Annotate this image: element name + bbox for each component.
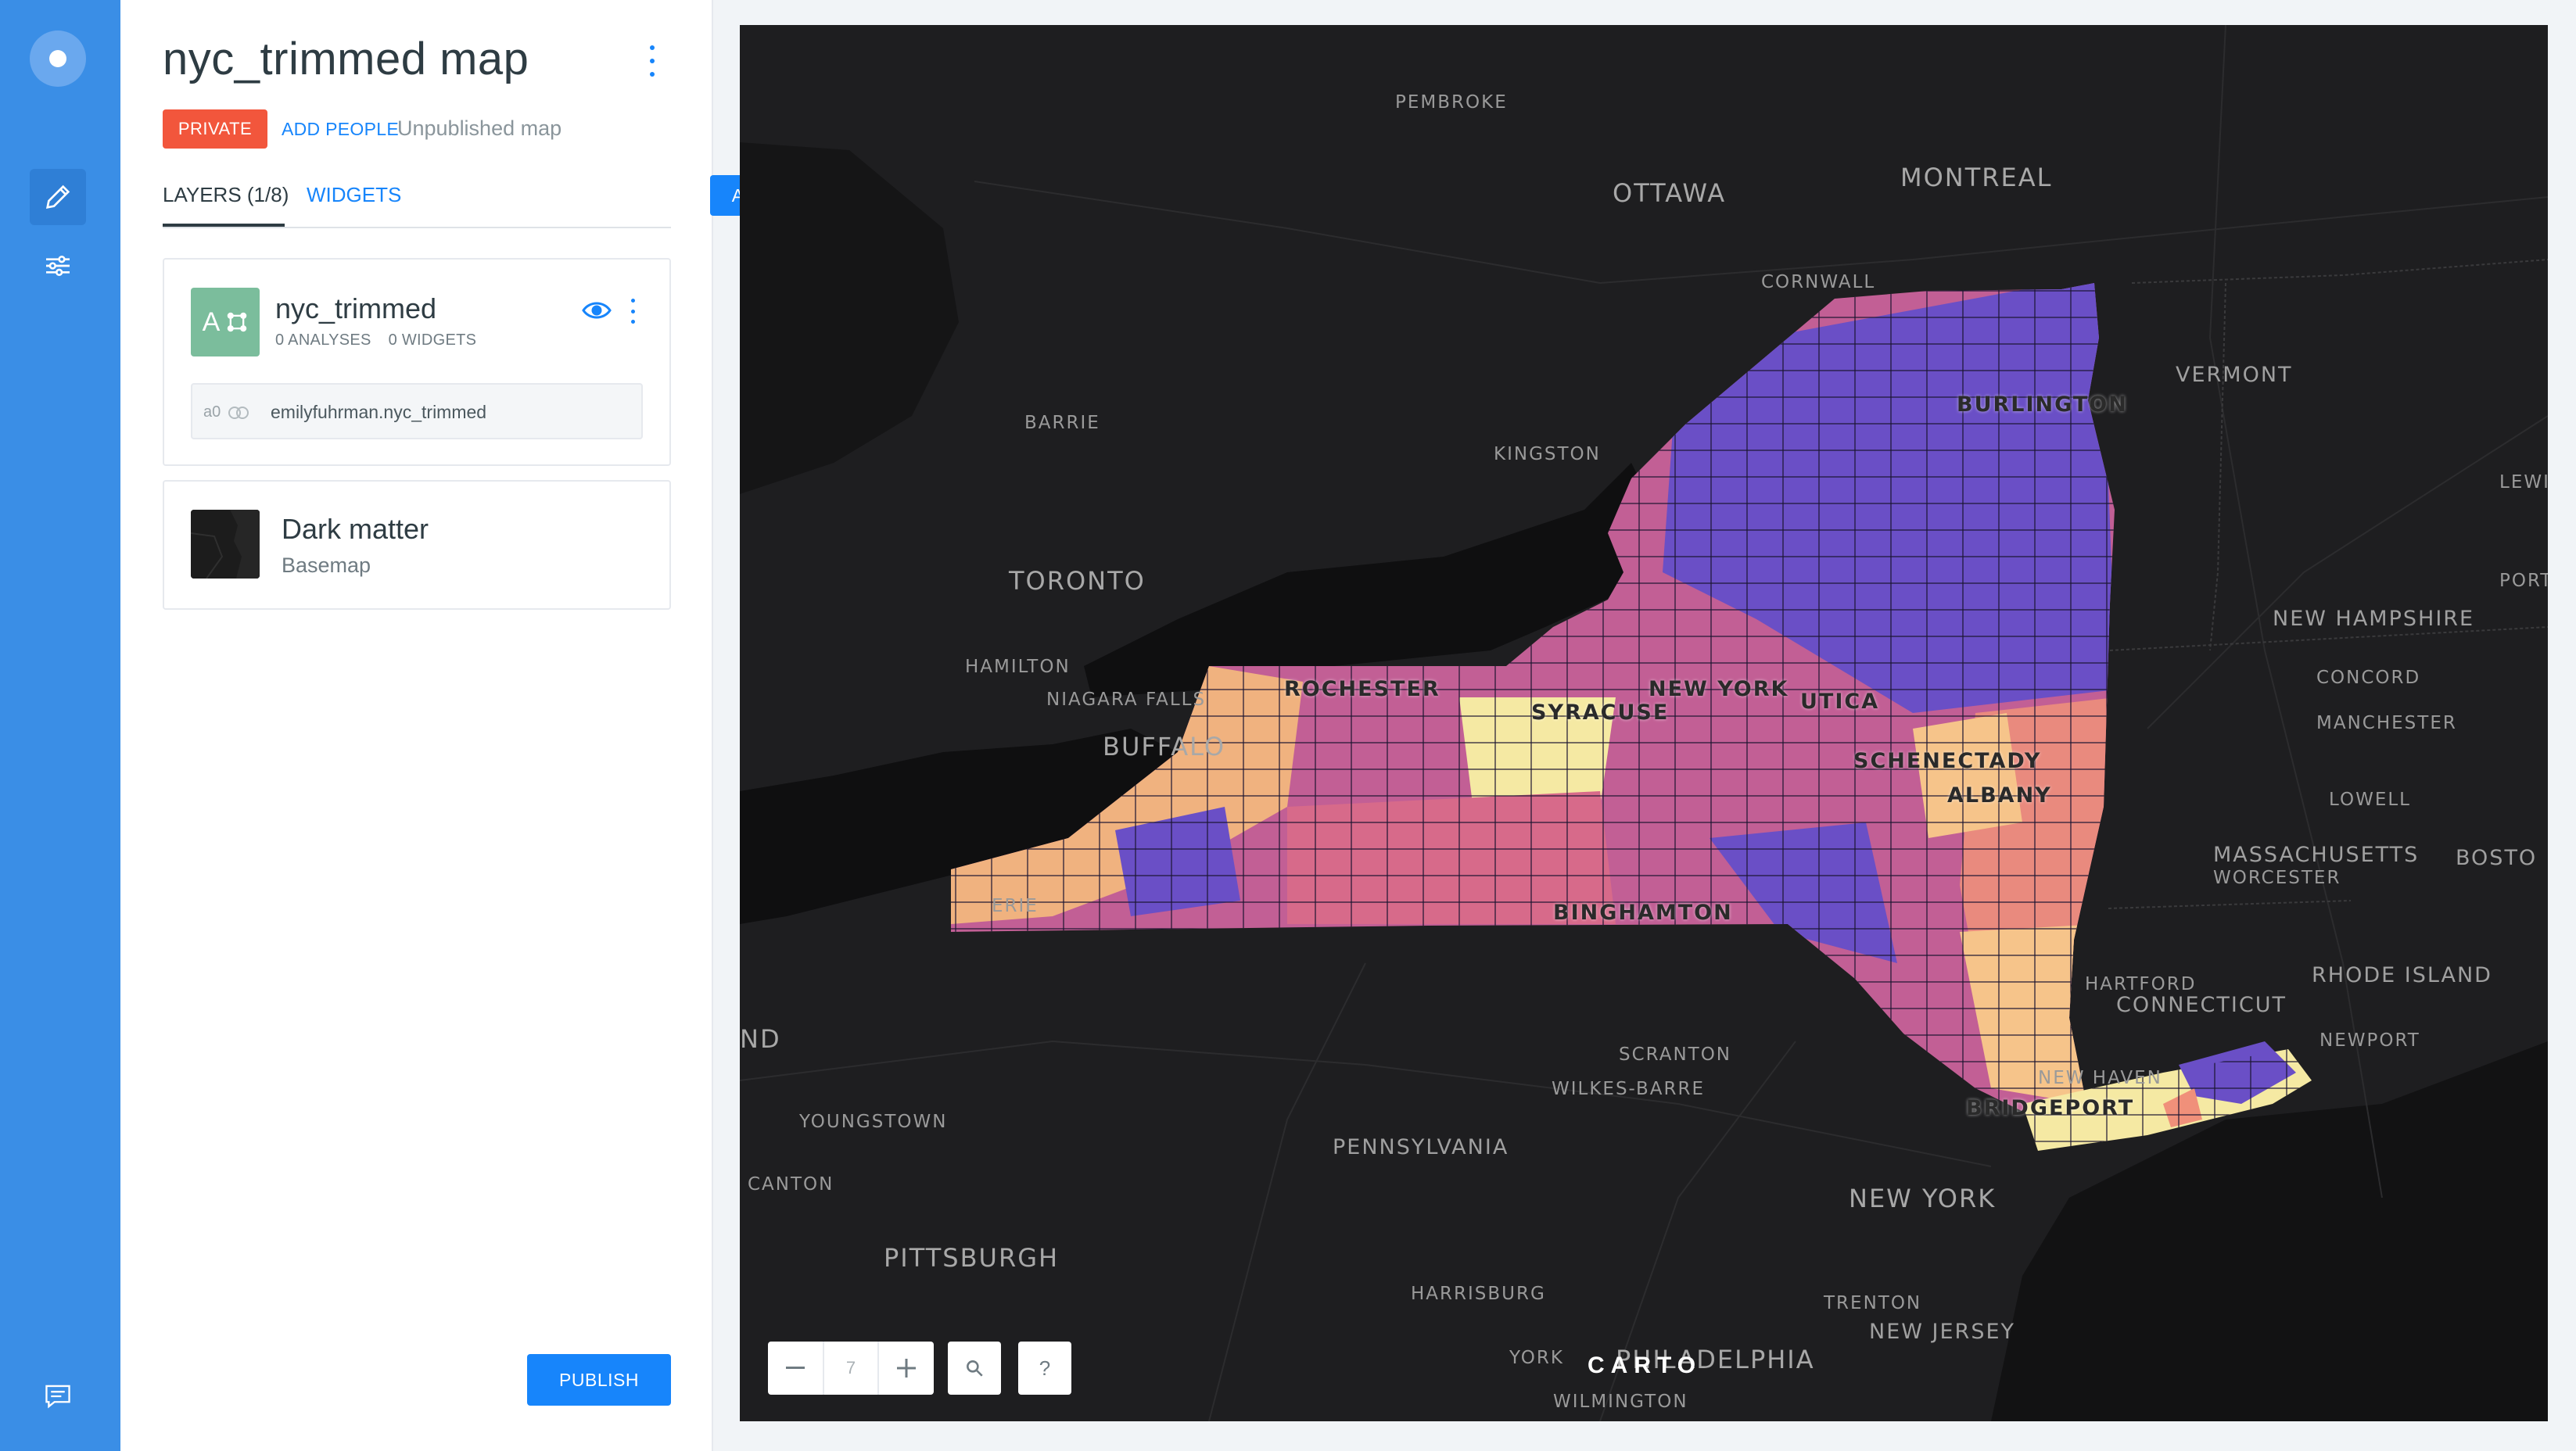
map-canvas[interactable]: PEMBROKE OTTAWA MONTREAL CORNWALL BURLIN… (740, 25, 2548, 1421)
map-label-new-hampshire: NEW HAMPSHIRE (2273, 607, 2475, 631)
map-label-york: YORK (1509, 1348, 1564, 1368)
editor-panel: nyc_trimmed map PRIVATE ADD PEOPLE Unpub… (120, 0, 791, 1451)
map-label-ottawa: OTTAWA (1613, 178, 1727, 208)
map-label-cleveland-fragment: ND (740, 1024, 781, 1054)
map-label-hamilton: HAMILTON (965, 657, 1071, 677)
map-label-newport: NEWPORT (2319, 1030, 2420, 1051)
map-label-new-jersey: NEW JERSEY (1869, 1320, 2016, 1344)
source-id: a0 (203, 403, 221, 421)
basemap-type: Basemap (282, 554, 371, 577)
privacy-badge[interactable]: PRIVATE (163, 109, 267, 149)
map-label-portland: PORTLA (2499, 571, 2548, 591)
zoom-level: 7 (823, 1342, 879, 1395)
layer-widgets-count: 0 WIDGETS (388, 331, 477, 349)
map-label-burlington: BURLINGTON (1957, 392, 2128, 417)
carto-logo: CARTO (1588, 1352, 1702, 1378)
map-label-syracuse: SYRACUSE (1531, 700, 1670, 725)
map-label-buffalo: BUFFALO (1103, 732, 1226, 761)
map-label-connecticut: CONNECTICUT (2116, 993, 2287, 1017)
map-label-hartford: HARTFORD (2085, 974, 2197, 994)
map-label-new-york-city: NEW YORK (1849, 1184, 1997, 1213)
layer-thumbnail: A (191, 288, 260, 356)
map-label-manchester: MANCHESTER (2316, 713, 2457, 733)
source-link-icon (228, 407, 249, 419)
map-label-pennsylvania: PENNSYLVANIA (1333, 1135, 1509, 1159)
carto-home-icon[interactable] (30, 30, 86, 87)
map-label-harrisburg: HARRISBURG (1411, 1284, 1546, 1304)
publish-status: Unpublished map (397, 116, 562, 140)
plus-icon (897, 1359, 916, 1378)
map-label-binghamton: BINGHAMTON (1553, 901, 1733, 925)
map-label-montreal: MONTREAL (1900, 163, 2053, 192)
panel-tabs: LAYERS (1/8) WIDGETS (163, 178, 671, 228)
map-label-pittsburgh: PITTSBURGH (884, 1243, 1060, 1273)
map-label-cornwall: CORNWALL (1761, 272, 1876, 292)
basemap-name: Dark matter (282, 513, 429, 545)
map-label-wilkes-barre: WILKES-BARRE (1552, 1079, 1706, 1099)
map-label-trenton: TRENTON (1824, 1293, 1922, 1313)
map-label-canton: CANTON (748, 1174, 834, 1195)
map-label-erie: ERIE (992, 896, 1039, 916)
map-help-button[interactable]: ? (1018, 1342, 1071, 1395)
add-people-link[interactable]: ADD PEOPLE (282, 119, 399, 140)
layer-letter: A (202, 306, 221, 337)
map-label-lowell: LOWELL (2329, 790, 2411, 810)
layer-name[interactable]: nyc_trimmed (275, 292, 436, 325)
layer-meta: 0 ANALYSES 0 WIDGETS (275, 331, 489, 349)
map-label-new-york-state: NEW YORK (1649, 677, 1789, 701)
map-label-youngstown: YOUNGSTOWN (799, 1112, 948, 1132)
map-label-kingston: KINGSTON (1494, 444, 1601, 464)
layer-analyses-count: 0 ANALYSES (275, 331, 371, 349)
edit-pencil-icon[interactable] (30, 169, 86, 225)
map-label-worcester: WORCESTER (2213, 868, 2341, 888)
map-label-scranton: SCRANTON (1619, 1044, 1732, 1065)
map-label-niagara-falls: NIAGARA FALLS (1046, 690, 1207, 710)
map-label-utica: UTICA (1800, 690, 1880, 714)
tab-widgets[interactable]: WIDGETS (307, 183, 401, 207)
publish-button[interactable]: PUBLISH (527, 1354, 671, 1406)
tab-layers[interactable]: LAYERS (1/8) (163, 183, 289, 207)
basemap-card[interactable]: Dark matter Basemap (163, 480, 671, 610)
map-label-rhode-island: RHODE ISLAND (2312, 963, 2492, 987)
map-label-albany: ALBANY (1947, 783, 2052, 808)
map-label-bridgeport: BRIDGEPORT (1966, 1096, 2135, 1120)
polygon-geometry-icon (228, 312, 247, 332)
zoom-in-button[interactable] (879, 1342, 934, 1395)
map-label-lewiston: LEWIST (2499, 472, 2548, 493)
map-label-rochester: ROCHESTER (1284, 677, 1440, 701)
minus-icon (786, 1367, 805, 1369)
app-rail (0, 0, 120, 1451)
map-label-concord: CONCORD (2316, 668, 2421, 688)
zoom-control: 7 (768, 1342, 934, 1395)
map-label-toronto: TORONTO (1009, 566, 1146, 596)
layer-options-menu-icon[interactable] (627, 299, 638, 324)
map-search-button[interactable] (948, 1342, 1001, 1395)
map-options-menu-icon[interactable] (643, 45, 662, 77)
settings-sliders-icon[interactable] (30, 238, 86, 294)
layer-source-node[interactable]: a0 emilyfuhrman.nyc_trimmed (191, 383, 643, 439)
layer-card[interactable]: A nyc_trimmed 0 ANALYSES 0 WIDGETS a0 em… (163, 258, 671, 466)
map-label-vermont: VERMONT (2176, 363, 2293, 387)
search-icon (967, 1360, 983, 1377)
feedback-chat-icon[interactable] (44, 1384, 72, 1409)
map-label-wilmington: WILMINGTON (1553, 1392, 1688, 1412)
map-label-pembroke: PEMBROKE (1395, 92, 1508, 113)
map-label-schenectady: SCHENECTADY (1853, 749, 2042, 773)
map-label-massachusetts: MASSACHUSETTS (2213, 843, 2420, 867)
map-label-new-haven: NEW HAVEN (2038, 1068, 2162, 1088)
map-label-barrie: BARRIE (1024, 413, 1100, 433)
map-label-boston: BOSTO (2456, 846, 2538, 870)
source-dataset-name: emilyfuhrman.nyc_trimmed (271, 402, 487, 422)
page-title[interactable]: nyc_trimmed map (163, 33, 529, 85)
tab-active-underline (163, 224, 285, 227)
visibility-eye-icon[interactable] (582, 300, 612, 321)
zoom-out-button[interactable] (768, 1342, 823, 1395)
basemap-thumbnail (191, 510, 260, 579)
